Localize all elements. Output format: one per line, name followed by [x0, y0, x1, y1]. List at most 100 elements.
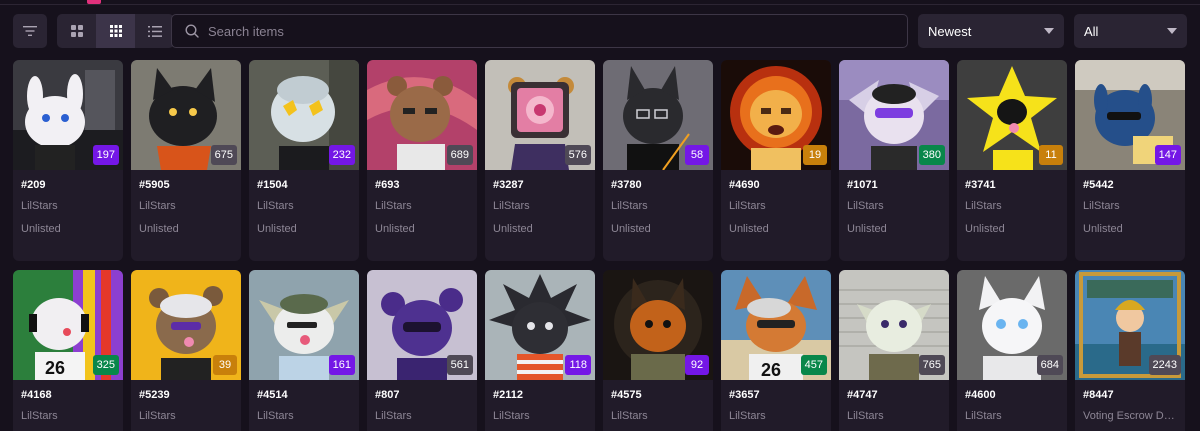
item-collection[interactable]: LilStars — [493, 200, 587, 214]
item-id: #4690 — [729, 179, 760, 191]
nft-image: 39 — [131, 270, 241, 380]
item-id: #3657 — [729, 389, 760, 401]
filter-button[interactable] — [13, 14, 47, 48]
item-collection[interactable]: LilStars — [257, 200, 351, 214]
rank-badge: 765 — [918, 355, 945, 375]
nft-card[interactable]: 561 #807 LilStars — [367, 270, 477, 431]
nft-card[interactable]: 118 #2112 LilStars — [485, 270, 595, 431]
item-status: Unlisted — [965, 223, 1005, 235]
nft-card[interactable]: 2243 #8447 Voting Escrow DU... — [1075, 270, 1185, 431]
nft-image: 161 — [249, 270, 359, 380]
list-view-button[interactable] — [135, 14, 174, 48]
item-id: #1071 — [847, 179, 878, 191]
item-id: #209 — [21, 179, 46, 191]
nft-card[interactable]: 576 #3287 LilStars Unlisted — [485, 60, 595, 261]
item-collection[interactable]: LilStars — [21, 410, 115, 424]
item-collection[interactable]: LilStars — [611, 410, 705, 424]
item-collection[interactable]: LilStars — [139, 200, 233, 214]
item-collection[interactable]: LilStars — [729, 200, 823, 214]
nft-card[interactable]: 232 #1504 LilStars Unlisted — [249, 60, 359, 261]
item-collection[interactable]: LilStars — [257, 410, 351, 424]
nft-image: 147 — [1075, 60, 1185, 170]
sort-select[interactable]: Newest — [918, 14, 1064, 48]
item-id: #5905 — [139, 179, 170, 191]
rank-badge: 561 — [446, 355, 473, 375]
nft-image: 197 — [13, 60, 123, 170]
nft-card[interactable]: 11 #3741 LilStars Unlisted — [957, 60, 1067, 261]
grid-small-icon — [109, 25, 122, 37]
rank-badge: 2243 — [1148, 355, 1181, 375]
item-id: #693 — [375, 179, 400, 191]
nft-card[interactable]: 19 #4690 LilStars Unlisted — [721, 60, 831, 261]
rank-badge: 232 — [328, 145, 355, 165]
item-id: #2112 — [493, 389, 523, 401]
nft-card[interactable]: 92 #4575 LilStars — [603, 270, 713, 431]
toolbar: Newest All — [13, 14, 1187, 49]
nft-card[interactable]: 39 #5239 LilStars — [131, 270, 241, 431]
item-id: #3741 — [965, 179, 996, 191]
active-tab-indicator — [87, 0, 101, 4]
rank-badge: 576 — [564, 145, 591, 165]
nft-card[interactable]: 765 #4747 LilStars — [839, 270, 949, 431]
nft-image: 675 — [131, 60, 241, 170]
nft-card[interactable]: 675 #5905 LilStars Unlisted — [131, 60, 241, 261]
nft-card[interactable]: 58 #3780 LilStars Unlisted — [603, 60, 713, 261]
rank-badge: 689 — [446, 145, 473, 165]
rank-badge: 675 — [210, 145, 237, 165]
rank-badge: 161 — [328, 355, 355, 375]
item-collection[interactable]: LilStars — [965, 410, 1059, 424]
item-status: Unlisted — [21, 223, 61, 235]
item-collection[interactable]: LilStars — [965, 200, 1059, 214]
rank-badge: 684 — [1036, 355, 1063, 375]
search-box — [171, 14, 908, 48]
item-status: Unlisted — [847, 223, 887, 235]
rank-badge: 11 — [1039, 145, 1063, 165]
item-collection[interactable]: LilStars — [729, 410, 823, 424]
item-id: #5239 — [139, 389, 170, 401]
item-collection[interactable]: LilStars — [21, 200, 115, 214]
item-status: Unlisted — [375, 223, 415, 235]
nft-card[interactable]: 26 457 #3657 LilStars — [721, 270, 831, 431]
item-status: Unlisted — [493, 223, 533, 235]
grid-large-view-button[interactable] — [57, 14, 96, 48]
nft-image: 232 — [249, 60, 359, 170]
nft-card[interactable]: 689 #693 LilStars Unlisted — [367, 60, 477, 261]
nft-image: 11 — [957, 60, 1067, 170]
item-id: #4168 — [21, 389, 52, 401]
item-id: #5442 — [1083, 179, 1114, 191]
list-icon — [147, 25, 162, 37]
nft-card[interactable]: 684 #4600 LilStars — [957, 270, 1067, 431]
nft-card[interactable]: 197 #209 LilStars Unlisted — [13, 60, 123, 261]
nft-image: 92 — [603, 270, 713, 380]
item-collection[interactable]: LilStars — [611, 200, 705, 214]
svg-text:26: 26 — [761, 360, 781, 380]
rank-badge: 457 — [800, 355, 827, 375]
item-collection[interactable]: LilStars — [847, 410, 941, 424]
rank-badge: 19 — [803, 145, 827, 165]
nft-card[interactable]: 161 #4514 LilStars — [249, 270, 359, 431]
item-id: #3780 — [611, 179, 642, 191]
rank-badge: 147 — [1154, 145, 1181, 165]
nft-card[interactable]: 147 #5442 LilStars Unlisted — [1075, 60, 1185, 261]
item-id: #4600 — [965, 389, 996, 401]
nft-image: 2243 — [1075, 270, 1185, 380]
svg-text:26: 26 — [45, 358, 65, 378]
nft-card[interactable]: 380 #1071 LilStars Unlisted — [839, 60, 949, 261]
status-select[interactable]: All — [1074, 14, 1187, 48]
grid-small-view-button[interactable] — [96, 14, 135, 48]
item-collection[interactable]: LilStars — [847, 200, 941, 214]
rank-badge: 39 — [213, 355, 237, 375]
item-collection[interactable]: LilStars — [375, 410, 469, 424]
item-collection[interactable]: LilStars — [493, 410, 587, 424]
nft-image: 26 457 — [721, 270, 831, 380]
nft-image: 26 325 — [13, 270, 123, 380]
nft-card[interactable]: 26 325 #4168 LilStars — [13, 270, 123, 431]
item-collection[interactable]: LilStars — [1083, 200, 1177, 214]
item-collection[interactable]: Voting Escrow DU... — [1083, 410, 1177, 424]
item-collection[interactable]: LilStars — [139, 410, 233, 424]
nft-image: 118 — [485, 270, 595, 380]
item-collection[interactable]: LilStars — [375, 200, 469, 214]
rank-badge: 325 — [92, 355, 119, 375]
search-input[interactable] — [208, 23, 888, 39]
rank-badge: 197 — [92, 145, 119, 165]
